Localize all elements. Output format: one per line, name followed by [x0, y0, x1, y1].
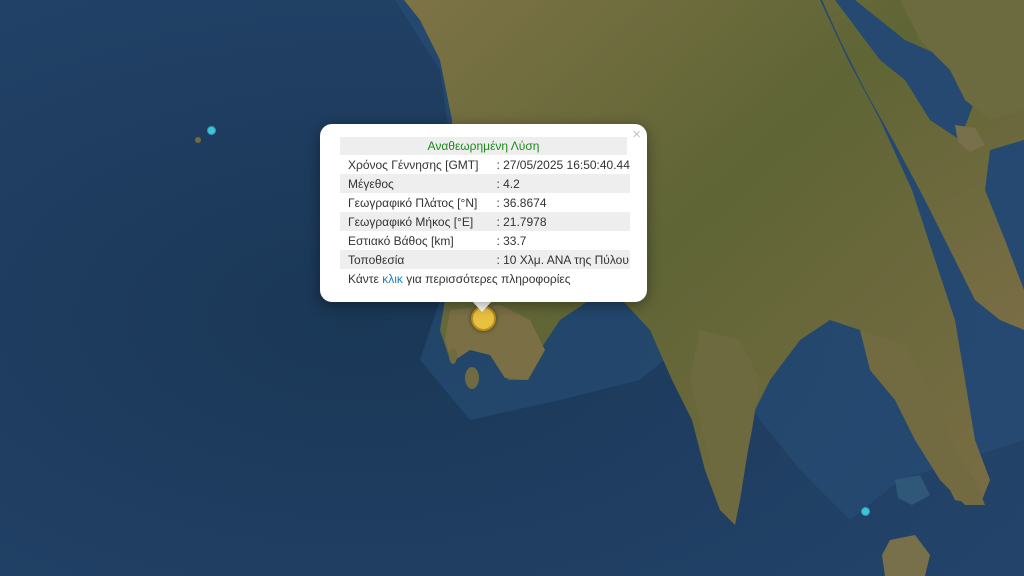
earthquake-info-popup: × Αναθεωρημένη Λύση Χρόνος Γέννησης [GMT…: [320, 124, 647, 302]
row-label: Μέγεθος: [340, 174, 479, 193]
earthquake-details-table: Χρόνος Γέννησης [GMT] : 27/05/2025 16:50…: [340, 155, 630, 269]
row-value: : 36.8674: [496, 195, 547, 210]
recent-quake-marker[interactable]: [207, 126, 216, 135]
table-row: Εστιακό Βάθος [km] : 33.7: [340, 231, 630, 250]
popup-title: Αναθεωρημένη Λύση: [340, 137, 627, 155]
row-label: Γεωγραφικό Πλάτος [°N]: [348, 195, 478, 210]
row-value: : 10 Χλμ. ΑΝΑ της Πύλου: [478, 250, 630, 269]
row-value: : 4.2: [478, 174, 630, 193]
row-label: Εστιακό Βάθος [km]: [348, 233, 454, 248]
row-label: Γεωγραφικό Μήκος [°E]: [340, 212, 479, 231]
row-value: : 27/05/2025 16:50:40.44: [496, 157, 630, 172]
table-row: Μέγεθος : 4.2: [340, 174, 630, 193]
table-row: Γεωγραφικό Πλάτος [°N] : 36.8674: [340, 193, 630, 212]
strofades-island: [195, 137, 201, 143]
more-info-suffix: για περισσότερες πληροφορίες: [402, 272, 571, 286]
row-value: : 21.7978: [478, 212, 630, 231]
sapientza-island: [465, 367, 479, 389]
table-row: Γεωγραφικό Μήκος [°E] : 21.7978: [340, 212, 630, 231]
more-info-link[interactable]: κλικ: [382, 272, 403, 286]
table-row: Χρόνος Γέννησης [GMT] : 27/05/2025 16:50…: [340, 155, 630, 174]
more-info-line: Κάντε κλικ για περισσότερες πληροφορίες: [340, 272, 627, 286]
row-label: Τοποθεσία: [340, 250, 479, 269]
close-icon[interactable]: ×: [632, 127, 641, 143]
row-label: Χρόνος Γέννησης [GMT]: [348, 157, 479, 172]
row-value: : 33.7: [496, 233, 527, 248]
table-row: Τοποθεσία : 10 Χλμ. ΑΝΑ της Πύλου: [340, 250, 630, 269]
recent-quake-marker[interactable]: [861, 507, 870, 516]
proti-island: [449, 348, 457, 364]
more-info-prefix: Κάντε: [348, 272, 383, 286]
